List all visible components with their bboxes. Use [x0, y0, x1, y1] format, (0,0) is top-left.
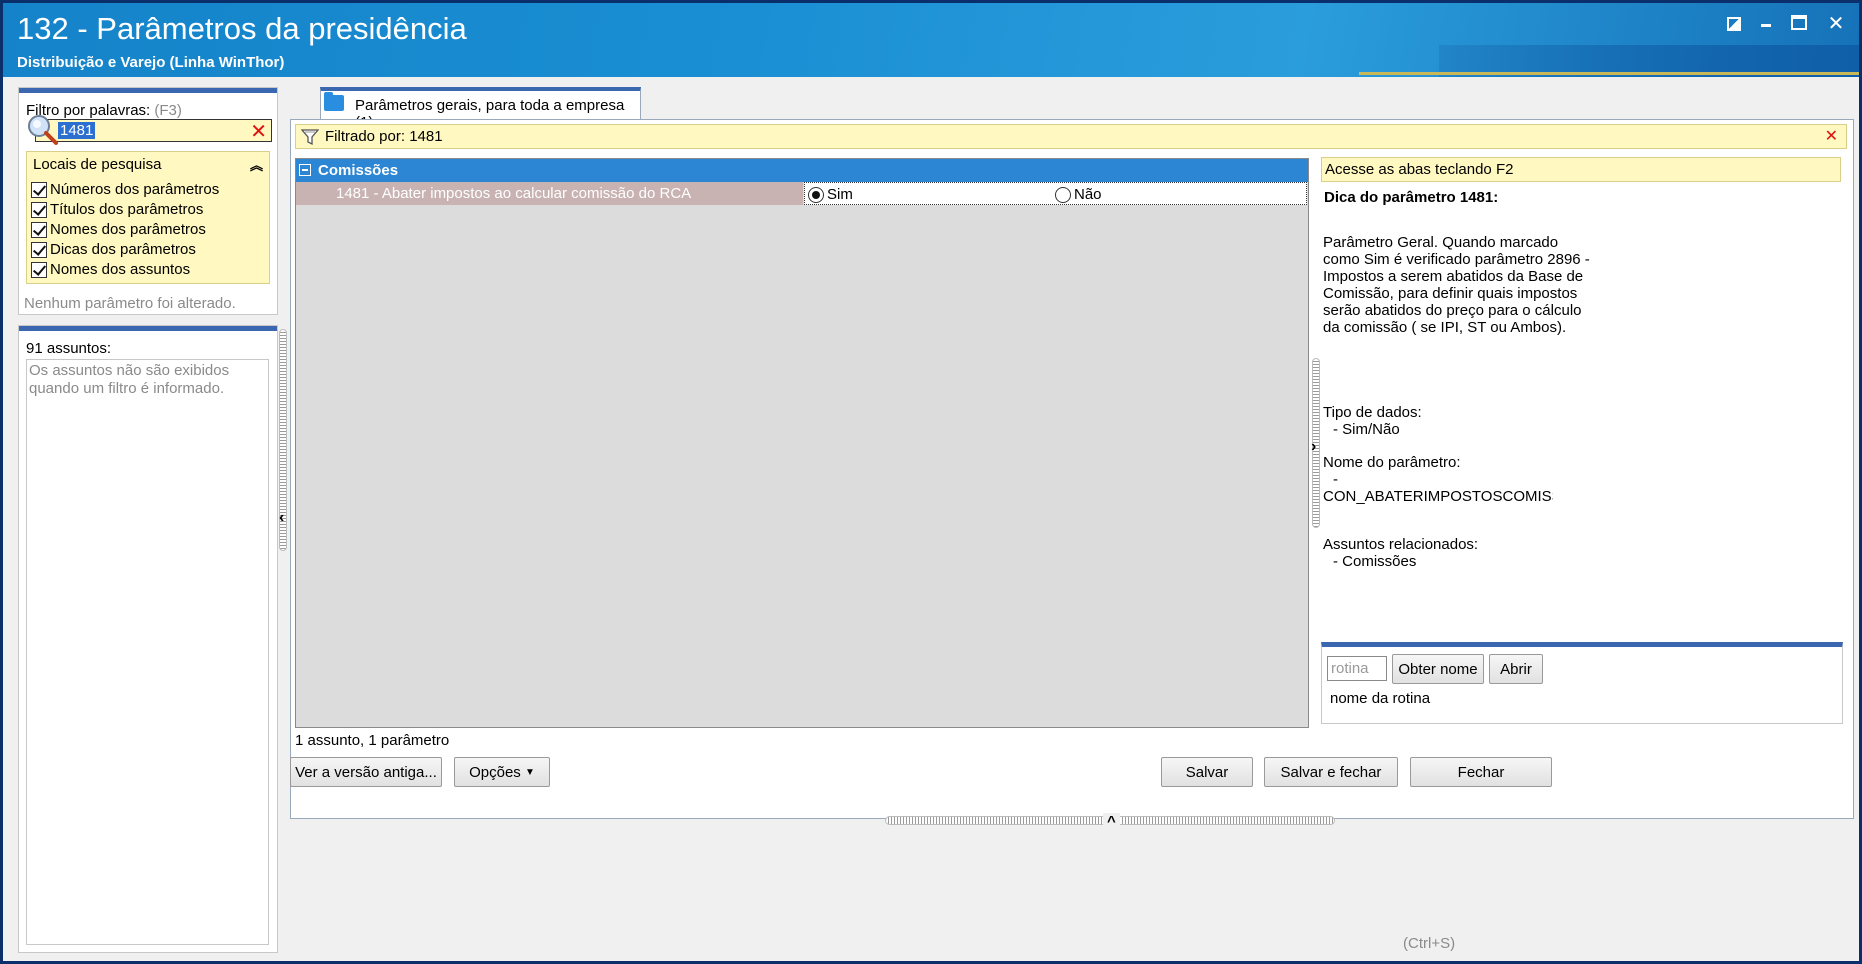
param-name-value: CON_ABATERIMPOSTOSCOMISSAORCA — [1323, 488, 1553, 505]
param-options: Sim Não — [804, 182, 1307, 205]
tab-general-params[interactable]: Parâmetros gerais, para toda a empresa (… — [320, 87, 641, 131]
window-title: 132 - Parâmetros da presidência — [17, 11, 467, 46]
group-header-row[interactable]: Comissões — [296, 159, 1308, 182]
search-icon — [28, 115, 58, 145]
tip-param-name: Nome do parâmetro: - CON_ABATERIMPOSTOSC… — [1323, 454, 1553, 505]
collapse-chevron-icon[interactable]: ︽ — [250, 155, 263, 174]
rotina-name-label: nome da rotina — [1330, 690, 1431, 707]
clear-filter-icon[interactable]: ✕ — [250, 119, 267, 144]
collapse-right-icon[interactable]: › — [1311, 438, 1316, 456]
change-status-text: Nenhum parâmetro foi alterado. — [24, 295, 236, 312]
remove-filter-icon[interactable]: ✕ — [1825, 126, 1838, 146]
maximize-icon[interactable] — [1791, 15, 1807, 30]
tip-title: Dica do parâmetro 1481: — [1324, 189, 1499, 206]
client-area: Filtro por palavras: (F3) 1481 ✕ Locais … — [13, 81, 1857, 959]
rotina-input[interactable]: rotina — [1327, 656, 1387, 681]
location-checkbox-subjects[interactable]: Nomes dos assuntos — [31, 261, 190, 278]
tab-content: Filtrado por: 1481 ✕ Comissões 1481 - Ab… — [290, 119, 1854, 819]
app-window: 132 - Parâmetros da presidência Distribu… — [0, 0, 1862, 964]
window-controls: ✕ — [1727, 14, 1845, 34]
caret-down-icon: ▼ — [524, 766, 535, 778]
subjects-message: Os assuntos não são exibidos quando um f… — [29, 362, 230, 397]
checkbox-checked-icon[interactable] — [31, 221, 47, 238]
obter-nome-button[interactable]: Obter nome — [1392, 654, 1484, 684]
subjects-count: 91 assuntos: — [26, 340, 112, 357]
tip-related: Assuntos relacionados: - Comissões — [1323, 536, 1479, 570]
save-close-button[interactable]: Salvar e fechar — [1264, 757, 1398, 787]
params-grid: Comissões 1481 - Abater impostos ao calc… — [295, 158, 1309, 728]
save-button[interactable]: Salvar — [1161, 757, 1253, 787]
radio-unselected-icon[interactable] — [1055, 186, 1071, 203]
folder-icon — [324, 92, 344, 111]
radio-sim[interactable]: Sim — [808, 186, 853, 203]
checkbox-checked-icon[interactable] — [31, 261, 47, 278]
location-checkbox-tips[interactable]: Dicas dos parâmetros — [31, 241, 196, 258]
subjects-panel: 91 assuntos: Os assuntos não são exibido… — [18, 325, 278, 953]
filter-search-input[interactable]: 1481 ✕ — [35, 119, 272, 144]
radio-nao[interactable]: Não — [1055, 186, 1102, 203]
restore-small-icon[interactable] — [1727, 17, 1741, 31]
close-button[interactable]: Fechar — [1410, 757, 1552, 787]
param-name: 1481 - Abater impostos ao calcular comis… — [296, 182, 803, 205]
subjects-list[interactable]: Os assuntos não são exibidos quando um f… — [26, 359, 269, 945]
filtered-bar: Filtrado por: 1481 ✕ — [295, 124, 1847, 149]
tip-data-type: Tipo de dados: - Sim/Não — [1323, 404, 1422, 438]
radio-selected-icon[interactable] — [808, 186, 824, 203]
title-bar: 132 - Parâmetros da presidência Distribu… — [3, 3, 1859, 77]
location-checkbox-numbers[interactable]: Números dos parâmetros — [31, 181, 219, 198]
group-label: Comissões — [318, 162, 399, 179]
checkbox-checked-icon[interactable] — [31, 241, 47, 258]
grid-summary: 1 assunto, 1 parâmetro — [295, 732, 450, 749]
location-checkbox-titles[interactable]: Títulos dos parâmetros — [31, 201, 203, 218]
funnel-icon — [301, 129, 319, 146]
tip-body: Parâmetro Geral. Quando marcado como Sim… — [1323, 234, 1590, 336]
tip-access-hint: Acesse as abas teclando F2 — [1321, 157, 1841, 182]
checkbox-checked-icon[interactable] — [31, 201, 47, 218]
filtered-text: Filtrado por: 1481 — [325, 128, 443, 145]
expand-up-icon[interactable]: ^ — [1103, 813, 1120, 830]
location-checkbox-names[interactable]: Nomes dos parâmetros — [31, 221, 206, 238]
options-button[interactable]: Opções ▼ — [454, 757, 550, 787]
collapse-left-icon[interactable]: ‹ — [279, 509, 284, 527]
search-locations-title[interactable]: Locais de pesquisa — [33, 156, 161, 173]
minimize-icon[interactable] — [1761, 15, 1771, 27]
filter-shortcut: (F3) — [154, 102, 182, 119]
checkbox-checked-icon[interactable] — [31, 181, 47, 198]
window-subtitle: Distribuição e Varejo (Linha WinThor) — [17, 54, 285, 71]
old-version-button[interactable]: Ver a versão antiga... — [290, 757, 442, 787]
filter-search-value: 1481 — [58, 122, 96, 139]
filter-panel: Filtro por palavras: (F3) 1481 ✕ Locais … — [18, 87, 278, 315]
rotina-box: rotina Obter nome Abrir nome da rotina — [1321, 642, 1843, 724]
param-row[interactable]: 1481 - Abater impostos ao calcular comis… — [296, 182, 1308, 205]
close-window-icon[interactable]: ✕ — [1827, 14, 1845, 34]
search-locations-box: Locais de pesquisa ︽ Números dos parâmet… — [26, 151, 270, 284]
abrir-button[interactable]: Abrir — [1489, 654, 1543, 684]
save-shortcut-hint: (Ctrl+S) — [1403, 935, 1456, 952]
collapse-group-icon[interactable] — [299, 164, 311, 176]
